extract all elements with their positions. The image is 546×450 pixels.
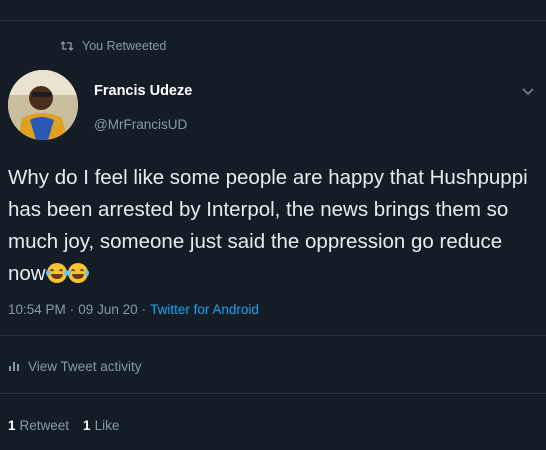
- divider: [0, 335, 546, 336]
- likes-label[interactable]: Like: [95, 418, 120, 433]
- retweets-label[interactable]: Retweet: [20, 418, 70, 433]
- meta-separator: ·: [69, 301, 75, 317]
- retweets-count[interactable]: 1: [8, 418, 16, 433]
- author-handle[interactable]: @MrFrancisUD: [94, 117, 187, 132]
- activity-label: View Tweet activity: [28, 358, 142, 374]
- avatar[interactable]: [8, 70, 78, 140]
- tweet-stats: 1 Retweet 1 Like: [8, 416, 119, 434]
- tweet-meta: 10:54 PM · 09 Jun 20 · Twitter for Andro…: [8, 300, 259, 318]
- retweet-context: You Retweeted: [60, 38, 166, 54]
- author-name[interactable]: Francis Udeze: [94, 83, 192, 99]
- tweet-time[interactable]: 10:54 PM: [8, 302, 66, 317]
- view-tweet-activity[interactable]: View Tweet activity: [8, 357, 142, 375]
- face-with-tears-of-joy-icon: [45, 263, 68, 283]
- tweet-date[interactable]: 09 Jun 20: [78, 302, 137, 317]
- divider: [0, 393, 546, 394]
- bar-chart-icon: [8, 359, 20, 374]
- retweet-label: You Retweeted: [82, 39, 167, 53]
- face-with-tears-of-joy-icon: [66, 263, 89, 283]
- previous-tweet-edge: [0, 0, 546, 21]
- tweet-source-link[interactable]: Twitter for Android: [150, 302, 259, 317]
- likes-count[interactable]: 1: [83, 418, 91, 433]
- retweet-icon: [60, 41, 74, 51]
- meta-separator: ·: [141, 301, 147, 317]
- tweet-text: Why do I feel like some people are happy…: [8, 162, 538, 290]
- chevron-down-icon[interactable]: [521, 84, 535, 96]
